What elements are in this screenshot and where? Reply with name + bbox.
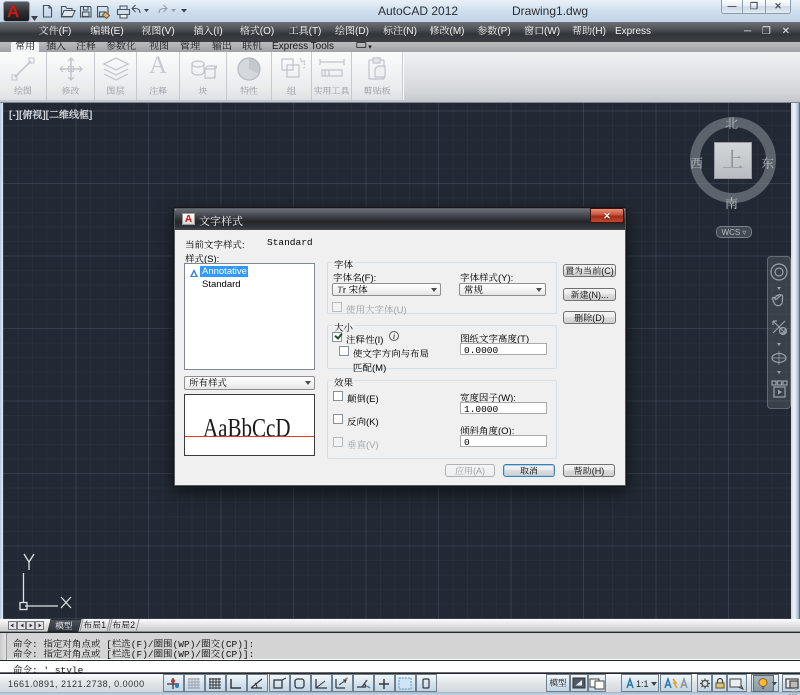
svg-text:1:1: 1:1 — [636, 679, 649, 689]
